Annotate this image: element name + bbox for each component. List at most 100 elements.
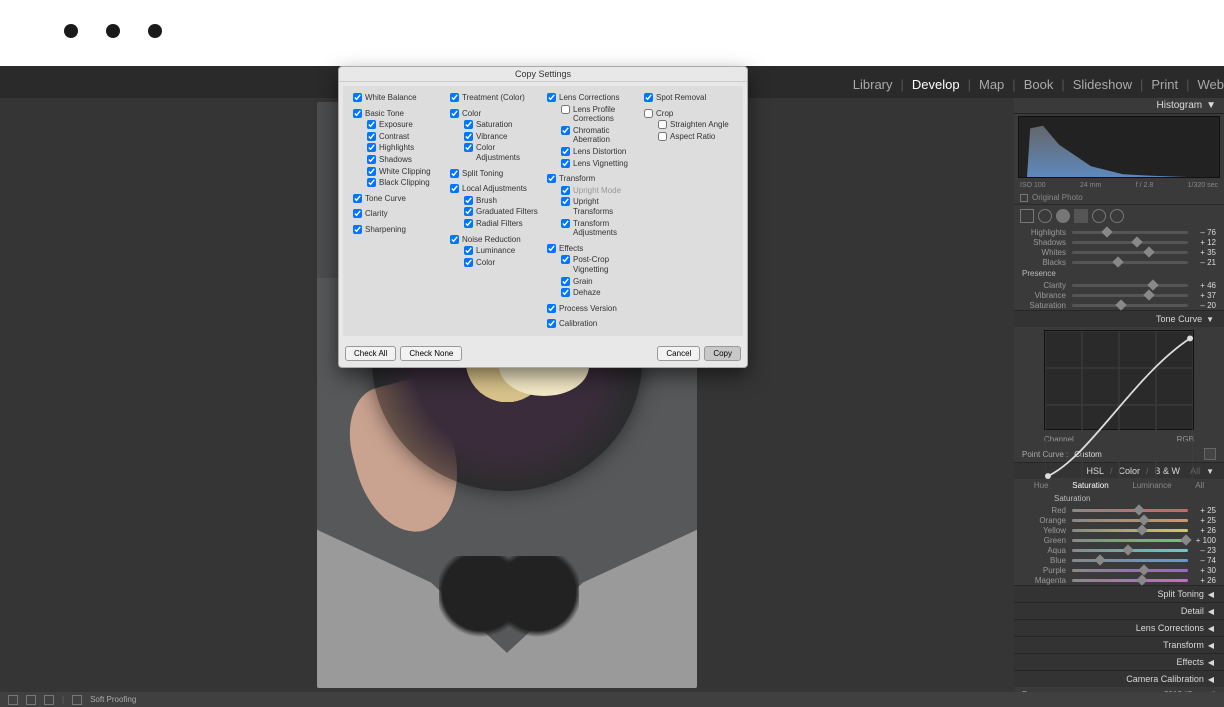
- slider-highlights[interactable]: Highlights– 76: [1014, 227, 1224, 237]
- copy-opt-treatment-color-[interactable]: Treatment (Color): [450, 92, 539, 104]
- copy-opt-lens-profile-corrections[interactable]: Lens Profile Corrections: [547, 104, 636, 125]
- hsl-tab-luminance[interactable]: Luminance: [1132, 481, 1171, 490]
- copy-opt-split-toning[interactable]: Split Toning: [450, 168, 539, 180]
- copy-opt-white-clipping[interactable]: White Clipping: [353, 166, 442, 178]
- hsl-tab-saturation[interactable]: Saturation: [1072, 481, 1108, 490]
- copy-opt-upright-transforms[interactable]: Upright Transforms: [547, 196, 636, 217]
- copy-opt-black-clipping[interactable]: Black Clipping: [353, 177, 442, 189]
- module-web[interactable]: Web: [1198, 77, 1224, 92]
- copy-opt-lens-vignetting[interactable]: Lens Vignetting: [547, 158, 636, 170]
- copy-opt-sharpening[interactable]: Sharpening: [353, 224, 442, 236]
- crop-tool-icon[interactable]: [1020, 209, 1034, 223]
- slider-yellow[interactable]: Yellow+ 26: [1014, 525, 1224, 535]
- copy-opt-contrast[interactable]: Contrast: [353, 131, 442, 143]
- copy-button[interactable]: Copy: [704, 346, 741, 361]
- slider-magenta[interactable]: Magenta+ 26: [1014, 575, 1224, 585]
- tone-curve-graph[interactable]: [1044, 330, 1194, 430]
- hsl-tab-all[interactable]: All: [1195, 481, 1204, 490]
- copy-opt-transform[interactable]: Transform: [547, 173, 636, 185]
- copy-opt-process-version[interactable]: Process Version: [547, 303, 636, 315]
- slider-shadows[interactable]: Shadows+ 12: [1014, 237, 1224, 247]
- slider-red[interactable]: Red+ 25: [1014, 505, 1224, 515]
- module-slideshow[interactable]: Slideshow: [1073, 77, 1132, 92]
- copy-opt-local-adjustments[interactable]: Local Adjustments: [450, 183, 539, 195]
- copy-opt-chromatic-aberration[interactable]: Chromatic Aberration: [547, 125, 636, 146]
- copy-opt-effects[interactable]: Effects: [547, 243, 636, 255]
- copy-opt-graduated-filters[interactable]: Graduated Filters: [450, 206, 539, 218]
- copy-opt-tone-curve[interactable]: Tone Curve: [353, 193, 442, 205]
- module-library[interactable]: Library: [853, 77, 893, 92]
- check-all-button[interactable]: Check All: [345, 346, 396, 361]
- copy-opt-noise-reduction[interactable]: Noise Reduction: [450, 234, 539, 246]
- copy-opt-luminance[interactable]: Luminance: [450, 245, 539, 257]
- hsl-tabs[interactable]: Hue Saturation Luminance All: [1014, 479, 1224, 492]
- copy-opt-lens-corrections[interactable]: Lens Corrections: [547, 92, 636, 104]
- tone-curve-header[interactable]: Tone Curve▼: [1014, 310, 1224, 327]
- copy-opt-lens-distortion[interactable]: Lens Distortion: [547, 146, 636, 158]
- soft-proofing-checkbox[interactable]: [72, 695, 82, 705]
- redeye-tool-icon[interactable]: [1056, 209, 1070, 223]
- check-none-button[interactable]: Check None: [400, 346, 462, 361]
- copy-opt-straighten-angle[interactable]: Straighten Angle: [644, 119, 733, 131]
- copy-opt-exposure[interactable]: Exposure: [353, 119, 442, 131]
- point-curve-icon[interactable]: [1204, 448, 1216, 460]
- accordion-transform[interactable]: Transform◀: [1014, 636, 1224, 653]
- copy-settings-dialog: Copy Settings White BalanceBasic ToneExp…: [338, 66, 748, 368]
- slider-aqua[interactable]: Aqua– 23: [1014, 545, 1224, 555]
- loupe-view-icon[interactable]: [8, 695, 18, 705]
- copy-opt-upright-mode[interactable]: Upright Mode: [547, 185, 636, 197]
- module-bar: Library|Develop|Map|Book|Slideshow|Print…: [853, 77, 1224, 92]
- copy-opt-grain[interactable]: Grain: [547, 276, 636, 288]
- copy-opt-transform-adjustments[interactable]: Transform Adjustments: [547, 218, 636, 239]
- compare-icon[interactable]: [44, 695, 54, 705]
- copy-opt-radial-filters[interactable]: Radial Filters: [450, 218, 539, 230]
- presence-label: Presence: [1014, 267, 1224, 280]
- copy-opt-vibrance[interactable]: Vibrance: [450, 131, 539, 143]
- copy-opt-spot-removal[interactable]: Spot Removal: [644, 92, 733, 104]
- cancel-button[interactable]: Cancel: [657, 346, 700, 361]
- slider-purple[interactable]: Purple+ 30: [1014, 565, 1224, 575]
- copy-opt-calibration[interactable]: Calibration: [547, 318, 636, 330]
- original-photo-toggle[interactable]: Original Photo: [1014, 191, 1224, 204]
- graduated-tool-icon[interactable]: [1074, 209, 1088, 223]
- develop-tool-strip: [1014, 204, 1224, 227]
- copy-opt-color[interactable]: Color: [450, 257, 539, 269]
- radial-tool-icon[interactable]: [1092, 209, 1106, 223]
- slider-orange[interactable]: Orange+ 25: [1014, 515, 1224, 525]
- histogram-header[interactable]: Histogram▼: [1014, 98, 1224, 114]
- copy-opt-post-crop-vignetting[interactable]: Post-Crop Vignetting: [547, 254, 636, 275]
- histogram-box[interactable]: [1018, 116, 1220, 178]
- copy-opt-dehaze[interactable]: Dehaze: [547, 287, 636, 299]
- copy-opt-basic-tone[interactable]: Basic Tone: [353, 108, 442, 120]
- module-map[interactable]: Map: [979, 77, 1004, 92]
- accordion-lens-corrections[interactable]: Lens Corrections◀: [1014, 619, 1224, 636]
- slider-clarity[interactable]: Clarity+ 46: [1014, 280, 1224, 290]
- copy-opt-saturation[interactable]: Saturation: [450, 119, 539, 131]
- copy-opt-highlights[interactable]: Highlights: [353, 142, 442, 154]
- slider-green[interactable]: Green+ 100: [1014, 535, 1224, 545]
- module-develop[interactable]: Develop: [912, 77, 960, 92]
- slider-whites[interactable]: Whites+ 35: [1014, 247, 1224, 257]
- copy-opt-aspect-ratio[interactable]: Aspect Ratio: [644, 131, 733, 143]
- copy-opt-brush[interactable]: Brush: [450, 195, 539, 207]
- before-after-icon[interactable]: [26, 695, 36, 705]
- slider-saturation[interactable]: Saturation– 20: [1014, 300, 1224, 310]
- slider-blue[interactable]: Blue– 74: [1014, 555, 1224, 565]
- brush-tool-icon[interactable]: [1110, 209, 1124, 223]
- spot-tool-icon[interactable]: [1038, 209, 1052, 223]
- accordion-detail[interactable]: Detail◀: [1014, 602, 1224, 619]
- hsl-tab-hue[interactable]: Hue: [1034, 481, 1049, 490]
- accordion-effects[interactable]: Effects◀: [1014, 653, 1224, 670]
- module-book[interactable]: Book: [1024, 77, 1054, 92]
- copy-opt-clarity[interactable]: Clarity: [353, 208, 442, 220]
- accordion-split-toning[interactable]: Split Toning◀: [1014, 585, 1224, 602]
- slider-vibrance[interactable]: Vibrance+ 37: [1014, 290, 1224, 300]
- accordion-camera-calibration[interactable]: Camera Calibration◀: [1014, 670, 1224, 687]
- slider-blacks[interactable]: Blacks– 21: [1014, 257, 1224, 267]
- copy-opt-white-balance[interactable]: White Balance: [353, 92, 442, 104]
- copy-opt-color-adjustments[interactable]: Color Adjustments: [450, 142, 539, 163]
- module-print[interactable]: Print: [1151, 77, 1178, 92]
- copy-opt-crop[interactable]: Crop: [644, 108, 733, 120]
- copy-opt-shadows[interactable]: Shadows: [353, 154, 442, 166]
- copy-opt-color[interactable]: Color: [450, 108, 539, 120]
